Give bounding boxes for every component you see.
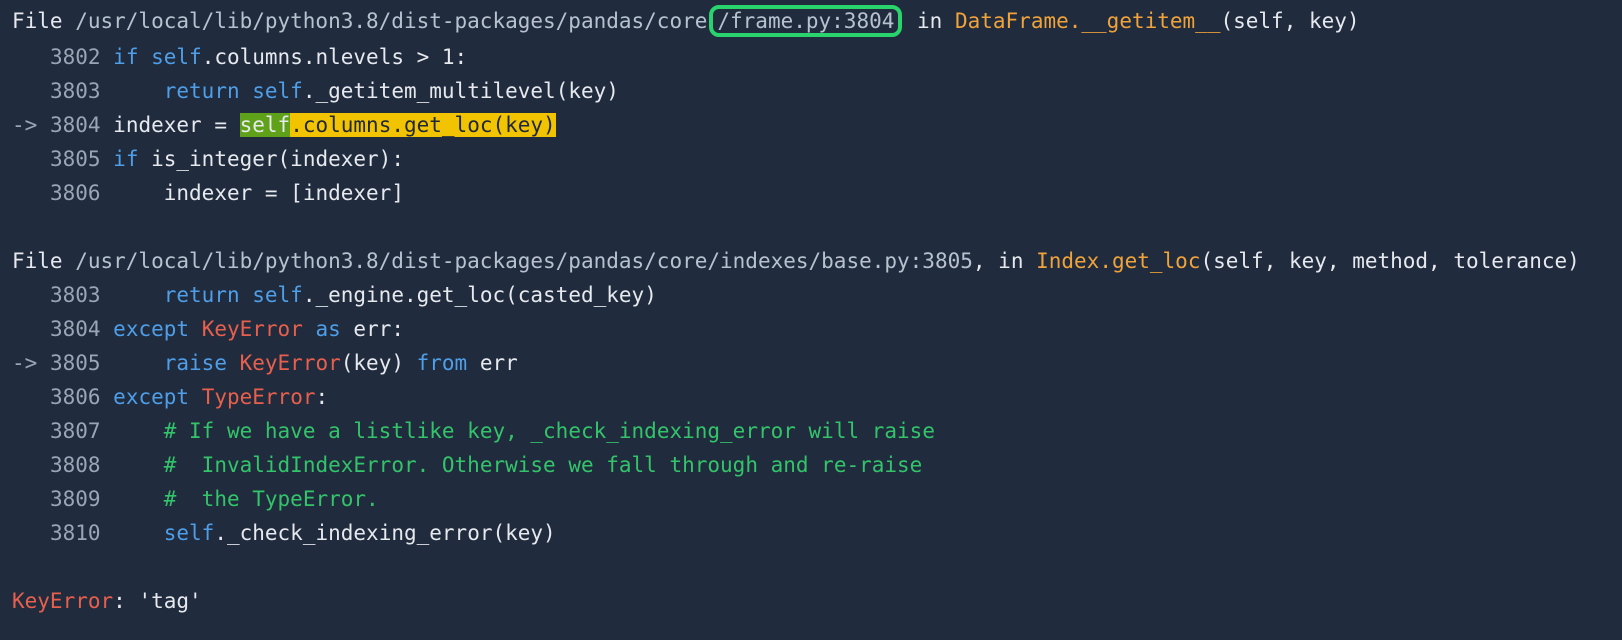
highlighted-code: .columns.get_loc(key)	[290, 113, 556, 137]
traceback-frame-header-1: File /usr/local/lib/python3.8/dist-packa…	[12, 4, 1360, 38]
exception-name: KeyError	[239, 351, 341, 375]
keyword: raise	[113, 351, 240, 375]
keyword: except	[113, 317, 202, 341]
current-line-arrow: ->	[12, 113, 50, 137]
function-name: DataFrame.__getitem__	[954, 9, 1221, 33]
code-text: :	[315, 385, 329, 409]
function-args: (self, key)	[1220, 9, 1360, 33]
code-line: 3808 # InvalidIndexError. Otherwise we f…	[12, 448, 922, 482]
keyword: self	[252, 79, 303, 103]
file-path[interactable]: /usr/local/lib/python3.8/dist-packages/p…	[75, 9, 707, 33]
code-text: .columns.nlevels > 1:	[201, 45, 468, 69]
code-text: (key)	[340, 351, 417, 375]
keyword: as	[302, 317, 354, 341]
exception-name: TypeError	[201, 385, 316, 409]
line-number: 3804	[49, 317, 101, 341]
in-label: in	[904, 9, 955, 33]
code-line-current: -> 3805 raise KeyError(key) from err	[12, 346, 518, 380]
highlighted-code-start: self	[239, 113, 291, 137]
line-marker	[12, 283, 50, 307]
code-line: 3802 if self.columns.nlevels > 1:	[12, 40, 467, 74]
keyword: except	[113, 385, 202, 409]
keyword: return	[113, 79, 253, 103]
line-number: 3810	[49, 521, 101, 545]
code-text: ._engine.get_loc(casted_key)	[302, 283, 657, 307]
code-line: 3809 # the TypeError.	[12, 482, 379, 516]
line-number: 3805	[49, 351, 101, 375]
code-line: 3804 except KeyError as err:	[12, 312, 404, 346]
code-comment: # InvalidIndexError. Otherwise we fall t…	[113, 453, 923, 477]
final-error-line: KeyError: 'tag'	[12, 584, 202, 618]
code-text: ._getitem_multilevel(key)	[302, 79, 619, 103]
code-line: 3806 except TypeError:	[12, 380, 328, 414]
line-number: 3806	[49, 385, 101, 409]
line-marker	[12, 45, 50, 69]
code-comment: # If we have a listlike key, _check_inde…	[113, 419, 935, 443]
traceback-frame-header-2: File /usr/local/lib/python3.8/dist-packa…	[12, 244, 1580, 278]
function-name: Index.get_loc	[1036, 249, 1201, 273]
line-number: 3806	[49, 181, 101, 205]
current-line-arrow: ->	[12, 351, 50, 375]
file-label: File	[12, 249, 76, 273]
keyword: self	[151, 45, 202, 69]
line-number: 3804	[49, 113, 101, 137]
keyword: if	[113, 147, 152, 171]
terminal-output: File /usr/local/lib/python3.8/dist-packa…	[0, 0, 1622, 640]
error-message: : 'tag'	[113, 589, 202, 613]
line-marker	[12, 521, 50, 545]
code-line: 3803 return self._engine.get_loc(casted_…	[12, 278, 657, 312]
line-number: 3809	[49, 487, 101, 511]
line-marker	[12, 419, 50, 443]
line-marker	[12, 385, 50, 409]
code-text: err	[467, 351, 518, 375]
line-number: 3805	[49, 147, 101, 171]
line-marker	[12, 487, 50, 511]
keyword: from	[416, 351, 468, 375]
file-path[interactable]: /usr/local/lib/python3.8/dist-packages/p…	[75, 249, 973, 273]
line-number: 3802	[49, 45, 101, 69]
keyword: if	[113, 45, 152, 69]
line-marker	[12, 147, 50, 171]
keyword: self	[113, 521, 215, 545]
file-label: File	[12, 9, 76, 33]
code-text: indexer = [indexer]	[113, 181, 404, 205]
line-number: 3803	[49, 283, 101, 307]
code-line: 3806 indexer = [indexer]	[12, 176, 404, 210]
keyword: self	[252, 283, 303, 307]
code-line: 3805 if is_integer(indexer):	[12, 142, 404, 176]
in-label: , in	[972, 249, 1037, 273]
code-comment: # the TypeError.	[113, 487, 379, 511]
highlighted-file-location[interactable]: /frame.py:3804	[709, 5, 903, 37]
line-marker	[12, 181, 50, 205]
exception-name: KeyError	[201, 317, 303, 341]
keyword: return	[113, 283, 253, 307]
code-text: err:	[353, 317, 404, 341]
code-text: is_integer(indexer):	[151, 147, 404, 171]
line-marker	[12, 79, 50, 103]
code-line: 3803 return self._getitem_multilevel(key…	[12, 74, 619, 108]
code-text: indexer =	[113, 113, 240, 137]
code-line-current: -> 3804 indexer = self.columns.get_loc(k…	[12, 108, 556, 142]
line-marker	[12, 453, 50, 477]
code-line: 3807 # If we have a listlike key, _check…	[12, 414, 935, 448]
line-number: 3808	[49, 453, 101, 477]
line-number: 3803	[49, 79, 101, 103]
code-line: 3810 self._check_indexing_error(key)	[12, 516, 556, 550]
code-text: ._check_indexing_error(key)	[214, 521, 556, 545]
line-number: 3807	[49, 419, 101, 443]
line-marker	[12, 317, 50, 341]
function-args: (self, key, method, tolerance)	[1200, 249, 1580, 273]
error-type: KeyError	[12, 589, 114, 613]
